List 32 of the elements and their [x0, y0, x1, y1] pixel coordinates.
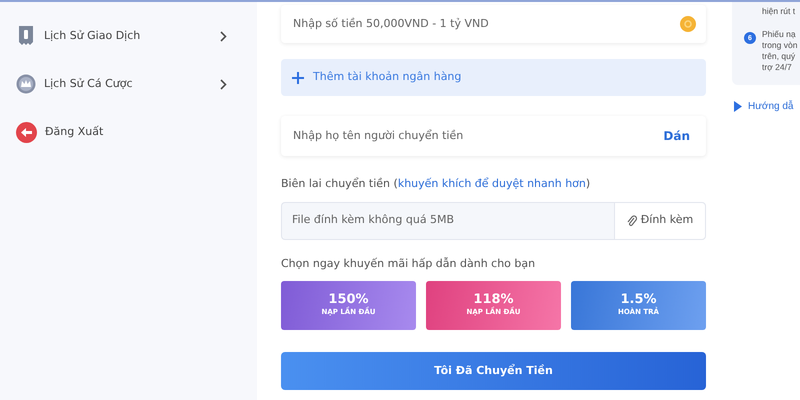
attach-button[interactable]: Đính kèm: [614, 202, 706, 240]
amount-field[interactable]: Nhập số tiền 50,000VND - 1 tỷ VND: [291, 14, 680, 34]
sidebar-item[interactable]: Đăng Xuất: [0, 108, 257, 156]
logout-icon: [16, 122, 37, 142]
note-text: hiện rút t: [762, 6, 796, 18]
plus-icon: [291, 70, 305, 84]
note-text: trên, quý: [762, 51, 796, 62]
note-text: Phiếu nạ: [762, 29, 797, 40]
sidebar-item[interactable]: Lịch Sử Giao Dịch: [0, 12, 257, 60]
crown-icon: [16, 74, 36, 94]
sidebar-label: Lịch Sử Giao Dịch: [44, 28, 142, 44]
promo-label: Chọn ngay khuyến mãi hấp dẫn dành cho bạn: [281, 256, 536, 272]
receipt-icon: [16, 25, 36, 47]
promo-value: 150%: [327, 293, 369, 308]
sidebar-label: Đăng Xuất: [45, 124, 104, 140]
add-bank-button[interactable]: Thêm tài khoản ngân hàng: [281, 59, 706, 96]
coin-icon: [680, 16, 696, 32]
encourage-link[interactable]: khuyến khích để duyệt nhanh hơn: [398, 177, 586, 190]
note-text: trợ 24/7: [762, 62, 793, 74]
receipt-label: Biên lai chuyển tiền (khuyến khích để duyệt nhanh hơn): [281, 176, 592, 192]
promo-value: 1.5%: [619, 293, 657, 308]
promo-value: 118%: [472, 293, 514, 308]
submit-button[interactable]: Tôi Đã Chuyển Tiền: [281, 352, 706, 390]
paste-button[interactable]: Dán: [657, 126, 696, 146]
play-icon: [734, 101, 742, 112]
paperclip-icon: [626, 214, 637, 226]
note-text: trong vòn: [762, 40, 798, 52]
name-field[interactable]: Nhập họ tên người chuyển tiền: [291, 126, 658, 146]
file-field[interactable]: File đính kèm không quá 5MB: [281, 202, 614, 240]
guide-link[interactable]: Hướng dẫ: [732, 85, 800, 114]
sidebar-item[interactable]: Lịch Sử Cá Cược: [0, 60, 257, 108]
sidebar-label: Lịch Sử Cá Cược: [44, 76, 134, 92]
